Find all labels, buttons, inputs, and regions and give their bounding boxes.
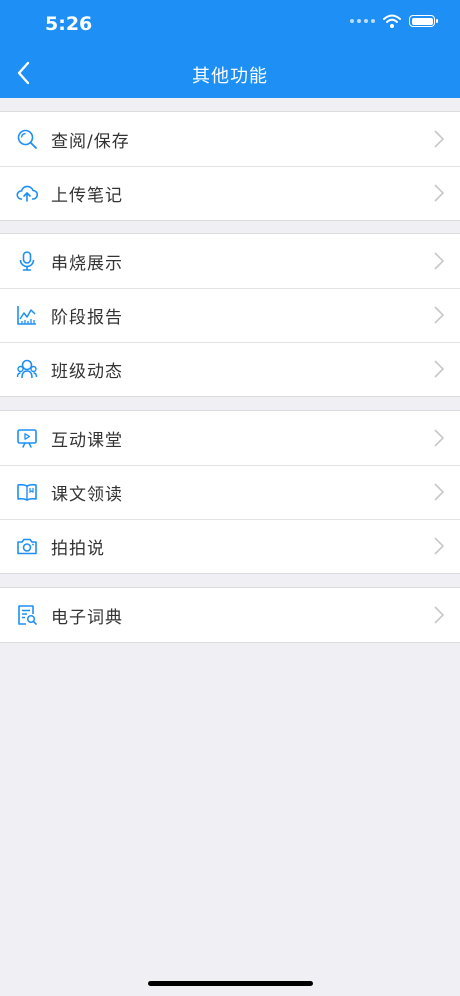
menu-item-label: 班级动态	[51, 361, 123, 382]
menu-item-interactive-class[interactable]: 互动课堂	[0, 411, 460, 465]
wifi-icon	[383, 14, 401, 28]
open-book-icon	[16, 481, 38, 503]
menu-item-label: 互动课堂	[51, 430, 123, 451]
cloud-upload-icon	[16, 182, 38, 204]
menu-item-class-news[interactable]: 班级动态	[0, 342, 460, 396]
menu-item-upload-notes[interactable]: 上传笔记	[0, 166, 460, 220]
class-people-icon	[16, 358, 38, 380]
chevron-right-icon	[434, 184, 444, 202]
menu-item-stage-report[interactable]: 阶段报告	[0, 288, 460, 342]
menu-item-search-save[interactable]: 查阅/保存	[0, 112, 460, 166]
chevron-right-icon	[434, 252, 444, 270]
search-icon	[16, 128, 38, 150]
menu-item-label: 阶段报告	[51, 307, 123, 328]
home-indicator[interactable]	[148, 981, 313, 986]
menu-item-label: 上传笔记	[51, 185, 123, 206]
chevron-right-icon	[434, 360, 444, 378]
camera-icon	[16, 535, 38, 557]
menu-item-snap-speak[interactable]: 拍拍说	[0, 519, 460, 573]
status-time: 5:26	[45, 13, 93, 35]
chevron-right-icon	[434, 606, 444, 624]
navigation-header: 5:26 其他功能	[0, 0, 460, 98]
menu-item-text-reading[interactable]: 课文领读	[0, 465, 460, 519]
menu-item-label: 课文领读	[51, 484, 123, 505]
chevron-right-icon	[434, 483, 444, 501]
chevron-right-icon	[434, 130, 444, 148]
battery-icon	[409, 15, 438, 27]
menu-item-e-dictionary[interactable]: 电子词典	[0, 588, 460, 642]
menu-group-1: 查阅/保存 上传笔记	[0, 111, 460, 221]
menu-group-3: 互动课堂 课文领读 拍拍说	[0, 410, 460, 574]
microphone-icon	[16, 250, 38, 272]
menu-item-label: 串烧展示	[51, 253, 123, 274]
menu-item-medley-show[interactable]: 串烧展示	[0, 234, 460, 288]
page-title: 其他功能	[192, 66, 268, 87]
status-indicators	[350, 14, 438, 28]
signal-icon	[350, 19, 375, 23]
menu-group-2: 串烧展示 阶段报告 班级动态	[0, 233, 460, 397]
menu-group-4: 电子词典	[0, 587, 460, 643]
chevron-right-icon	[434, 306, 444, 324]
dictionary-icon	[16, 604, 38, 626]
line-chart-icon	[16, 304, 38, 326]
chevron-right-icon	[434, 429, 444, 447]
chevron-right-icon	[434, 537, 444, 555]
menu-item-label: 查阅/保存	[51, 131, 130, 152]
screen-play-icon	[16, 427, 38, 449]
menu-item-label: 拍拍说	[51, 538, 105, 559]
menu-item-label: 电子词典	[51, 607, 123, 628]
